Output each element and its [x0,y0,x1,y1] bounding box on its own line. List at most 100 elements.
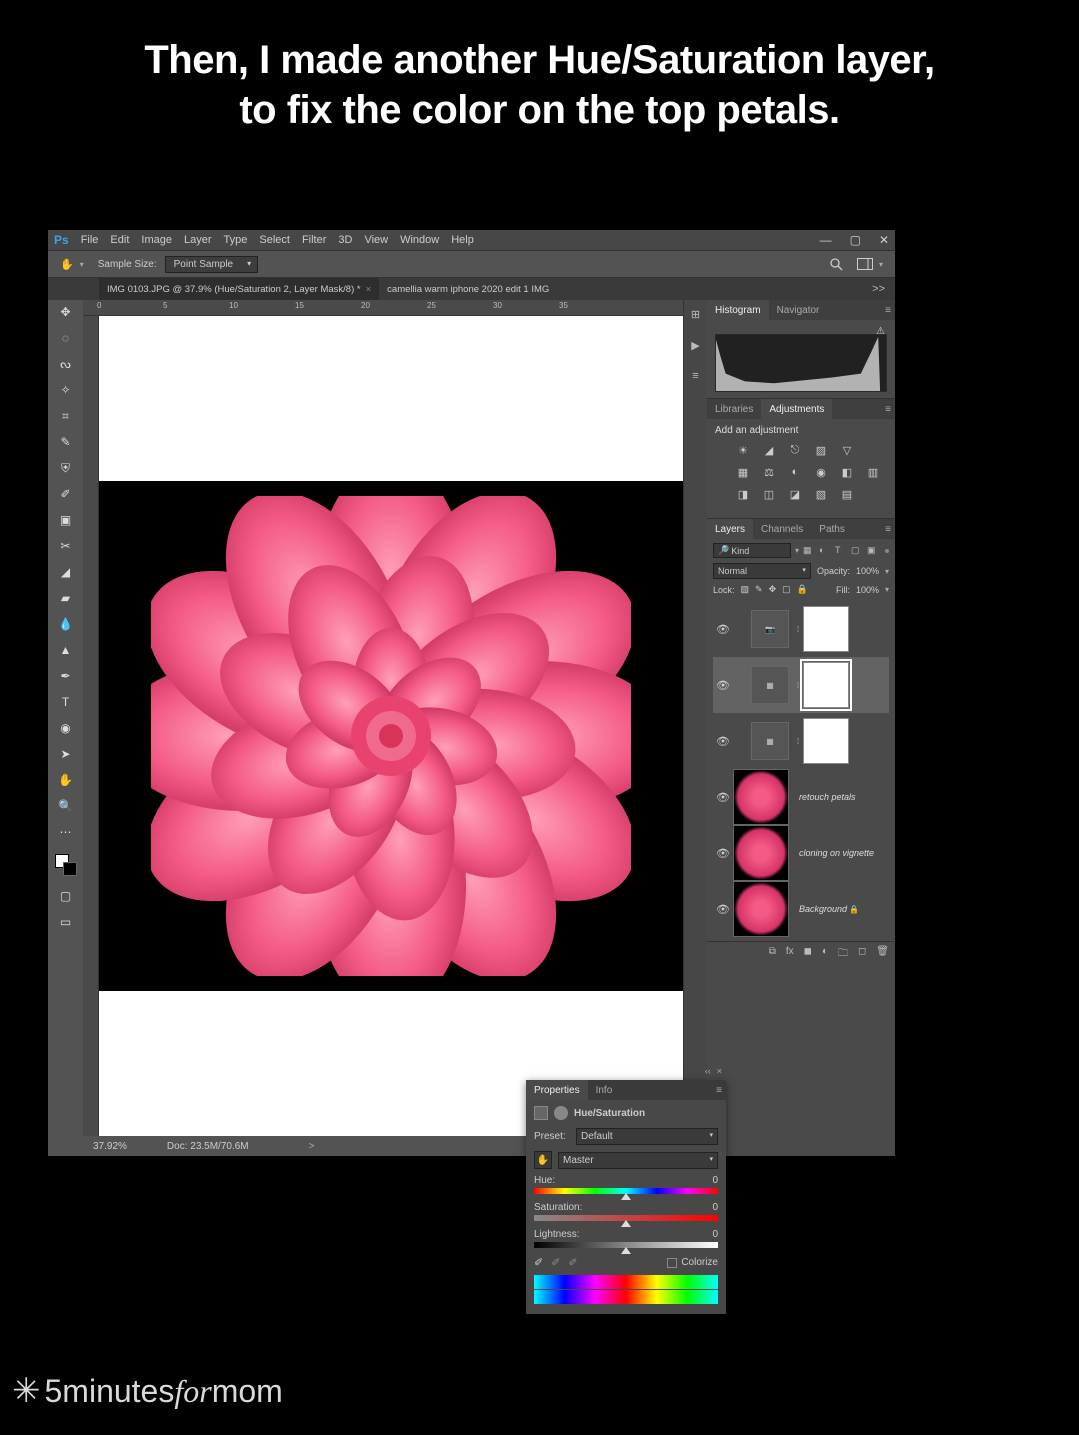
adjustment-thumb-icon[interactable]: ▦ [751,722,789,760]
blend-mode-dropdown[interactable]: Normal [713,563,811,579]
opacity-caret[interactable]: ▾ [885,567,889,576]
hue-value[interactable]: 0 [712,1175,718,1186]
dock-icon[interactable]: ▶ [691,339,699,352]
slider-thumb[interactable] [621,1220,631,1227]
threshold-icon[interactable]: ◪ [787,486,803,502]
menu-view[interactable]: View [364,234,388,246]
adjustment-layer-icon[interactable]: ◐ [822,946,828,963]
path-selection-tool-icon[interactable]: ◉ [54,720,78,736]
screen-mode-icon[interactable]: ▭ [54,914,78,930]
layer-mask-thumb[interactable] [803,606,849,652]
add-mask-icon[interactable]: ◼ [804,946,812,963]
workspace-caret[interactable]: ▾ [879,260,883,269]
visibility-toggle-icon[interactable]: 👁 [713,847,733,860]
colorize-checkbox[interactable] [667,1258,677,1268]
tab-channels[interactable]: Channels [753,519,811,539]
menu-edit[interactable]: Edit [110,234,129,246]
layer-name[interactable]: cloning on vignette [799,848,874,858]
layer-filter-kind[interactable]: 🔎Kind [713,543,791,558]
layer-thumb[interactable] [733,825,789,881]
filter-type-icon[interactable]: T [835,545,847,557]
window-maximize[interactable]: ▢ [850,233,861,247]
invert-icon[interactable]: ◨ [735,486,751,502]
background-swatch[interactable] [63,862,77,876]
hand-tool-icon[interactable]: ✋ [60,258,74,271]
tab-histogram[interactable]: Histogram [707,300,769,320]
doc-tab-active[interactable]: IMG 0103.JPG @ 37.9% (Hue/Saturation 2, … [99,278,379,300]
sample-size-dropdown[interactable]: Point Sample [165,256,258,273]
levels-icon[interactable]: ◢ [761,442,777,458]
color-lookup-icon[interactable]: ▥ [865,464,881,480]
layer-row-huesat-selected[interactable]: 👁 ▦ ⁞ [713,657,889,713]
channel-dropdown[interactable]: Master [558,1152,718,1169]
tab-overflow-icon[interactable]: >> [862,283,895,295]
lightness-slider[interactable] [534,1242,718,1248]
visibility-toggle-icon[interactable]: 👁 [713,735,733,748]
layer-name[interactable]: Background [799,904,859,914]
menu-type[interactable]: Type [224,234,248,246]
filter-smart-icon[interactable]: ▣ [867,545,879,557]
menu-file[interactable]: File [81,234,99,246]
menu-help[interactable]: Help [451,234,474,246]
fill-caret[interactable]: ▾ [885,585,889,594]
filter-pixel-icon[interactable]: ▦ [803,545,815,557]
layer-row-adjustment-3[interactable]: 👁 ▦ ⁞ [713,713,889,769]
tab-libraries[interactable]: Libraries [707,399,761,419]
eyedropper-tool-icon[interactable]: ✎ [54,434,78,450]
lightness-value[interactable]: 0 [712,1229,718,1240]
menu-image[interactable]: Image [141,234,172,246]
quick-mask-icon[interactable]: ▢ [54,888,78,904]
dock-icon[interactable]: ⊞ [691,308,700,321]
layer-row-cloning[interactable]: 👁 cloning on vignette [713,825,889,881]
edit-toolbar-icon[interactable]: ⋯ [54,824,78,840]
filter-caret[interactable]: ▾ [795,546,799,555]
slider-thumb[interactable] [621,1247,631,1254]
vibrance-icon[interactable]: ▽ [839,442,855,458]
tab-paths[interactable]: Paths [811,519,853,539]
hand-tool-icon[interactable]: ✋ [54,772,78,788]
tab-properties[interactable]: Properties [526,1080,588,1100]
layer-row-retouch[interactable]: 👁 retouch petals [713,769,889,825]
color-swatches[interactable] [53,854,79,878]
layer-row-background[interactable]: 👁 Background [713,881,889,937]
menu-3d[interactable]: 3D [338,234,352,246]
lasso-tool-icon[interactable]: ᔓ [54,356,78,372]
visibility-toggle-icon[interactable]: 👁 [713,679,733,692]
hue-slider[interactable] [534,1188,718,1194]
photo-filter-icon[interactable]: ◉ [813,464,829,480]
clone-stamp-tool-icon[interactable]: ▣ [54,512,78,528]
fx-icon[interactable]: fx [786,946,794,963]
brightness-contrast-icon[interactable]: ☀ [735,442,751,458]
layer-name[interactable]: retouch petals [799,792,856,802]
filter-adjust-icon[interactable]: ◐ [819,545,831,557]
link-layers-icon[interactable]: ⧉ [769,946,776,963]
saturation-slider[interactable] [534,1215,718,1221]
blur-tool-icon[interactable]: 💧 [54,616,78,632]
layer-thumb[interactable] [733,769,789,825]
dodge-tool-icon[interactable]: ▲ [54,642,78,658]
posterize-icon[interactable]: ◫ [761,486,777,502]
visibility-toggle-icon[interactable]: 👁 [713,791,733,804]
hue-sat-icon[interactable]: ▦ [735,464,751,480]
lock-position-icon[interactable]: ✥ [769,584,777,595]
targeted-adjust-icon[interactable]: ✋ [534,1151,552,1169]
history-brush-tool-icon[interactable]: ✂ [54,538,78,554]
tab-adjustments[interactable]: Adjustments [761,399,832,419]
visibility-toggle-icon[interactable]: 👁 [713,623,733,636]
delete-layer-icon[interactable]: 🗑 [876,946,889,963]
zoom-tool-icon[interactable]: 🔍 [54,798,78,814]
doc-tab-inactive[interactable]: camellia warm iphone 2020 edit 1 IMG [379,278,557,300]
workspace-switcher-icon[interactable] [857,258,873,270]
eraser-tool-icon[interactable]: ◢ [54,564,78,580]
direct-selection-tool-icon[interactable]: ➤ [54,746,78,762]
tab-navigator[interactable]: Navigator [769,300,828,320]
black-white-icon[interactable]: ◐ [787,464,803,480]
layer-mask-thumb-selected[interactable] [803,662,849,708]
type-tool-icon[interactable]: T [54,694,78,710]
magic-wand-tool-icon[interactable]: ✧ [54,382,78,398]
close-icon[interactable]: × [717,1066,722,1076]
brush-tool-icon[interactable]: ✐ [54,486,78,502]
tool-preset-caret[interactable]: ▾ [80,260,84,269]
layer-row-huesat-2[interactable]: 👁 📷 ⁞ [713,601,889,657]
menu-select[interactable]: Select [259,234,290,246]
